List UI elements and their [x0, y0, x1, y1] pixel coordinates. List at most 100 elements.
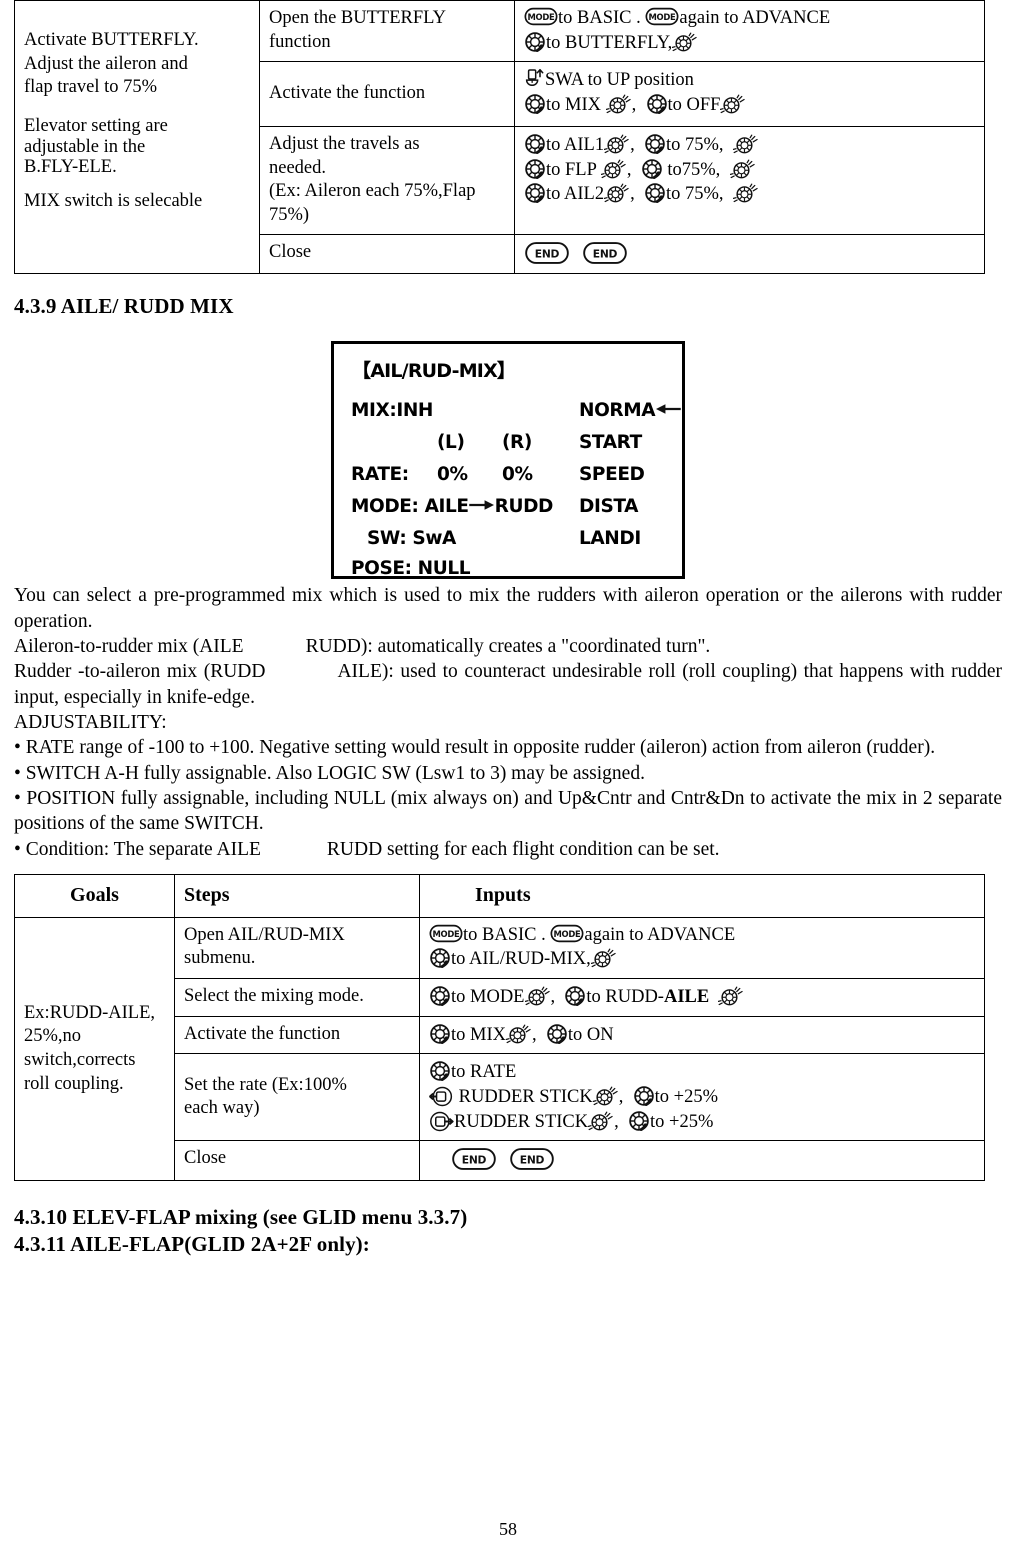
bullet-condition: • Condition: The separate AILE RUDD setti… — [14, 837, 1002, 862]
dial-press-icon[interactable] — [525, 986, 551, 1007]
dial-press-icon[interactable] — [730, 159, 756, 180]
dial-knob-icon[interactable] — [564, 985, 586, 1007]
dial-press-icon[interactable] — [506, 1024, 532, 1045]
input-text: to RUDD- — [586, 987, 664, 1008]
lcd-condition-start: START — [579, 432, 642, 454]
dial-knob-icon[interactable] — [524, 158, 546, 180]
lcd-display: 【AIL/RUD-MIX】 MIX:INH NORMA (L) (R) STAR… — [331, 341, 685, 580]
input-text: to MODE — [451, 987, 525, 1008]
input-cell: to BASIC . again to ADVANCE to BUTTERFLY… — [514, 0, 985, 63]
step-cell: Adjust the travels as needed. (Ex: Ailer… — [259, 126, 515, 235]
rudder-stick-left-icon[interactable] — [429, 1085, 454, 1108]
mode-button-icon[interactable] — [550, 924, 584, 943]
description-paragraph-3: Rudder -to-aileron mix (RUDD AILE): used … — [14, 659, 1002, 710]
input-text: to 75%, — [665, 135, 724, 156]
input-text: , — [614, 1111, 619, 1132]
dial-press-icon[interactable] — [591, 948, 617, 969]
lcd-pose-label: POSE: NULL — [351, 558, 471, 580]
description-p2-b: RUDD): automatically creates a "coordina… — [305, 636, 711, 658]
input-text: to MIX — [451, 1024, 506, 1045]
lcd-screen-figure: 【AIL/RUD-MIX】 MIX:INH NORMA (L) (R) STAR… — [14, 341, 1002, 580]
switch-up-icon[interactable] — [524, 68, 545, 90]
section-number-4310: 4.3.10 — [14, 1205, 68, 1230]
dial-press-icon[interactable] — [672, 32, 698, 53]
input-text: , — [626, 159, 632, 180]
description-paragraph-1: You can select a pre-programmed mix whic… — [14, 585, 1002, 632]
step-cell: Close — [259, 233, 515, 275]
step-label: Open AIL/RUD-MIX submenu. — [184, 924, 345, 969]
input-text: again to ADVANCE — [584, 924, 736, 945]
description-p8-a: • Condition: The separate AILE — [14, 838, 261, 860]
input-text: to MIX — [546, 95, 601, 116]
lcd-condition-normal: NORMA — [579, 400, 681, 421]
input-text: , — [618, 1087, 624, 1108]
adjustability-heading: ADJUSTABILITY: — [14, 712, 167, 734]
input-text: to +25% — [654, 1087, 718, 1108]
lcd-mix-label: MIX:INH — [351, 400, 434, 422]
input-cell: to RATE RUDDER STICK, to +25% RUDDER STI… — [419, 1053, 985, 1142]
input-cell: SWA to UP position to MIX , to OFF — [514, 61, 985, 128]
dial-press-icon[interactable] — [720, 94, 746, 115]
mode-button-icon[interactable] — [524, 7, 558, 26]
dial-knob-icon[interactable] — [429, 985, 451, 1007]
dial-press-icon[interactable] — [733, 183, 759, 204]
mix-procedure-table: Goals Steps Inputs Ex:RUDD-AILE, 25%,no … — [14, 874, 985, 1182]
step-cell: Activate the function — [259, 61, 515, 128]
dial-press-icon[interactable] — [588, 1111, 614, 1132]
dial-knob-icon[interactable] — [641, 158, 663, 180]
butterfly-goal-text-2: Elevator setting are adjustable in the B… — [24, 116, 168, 178]
input-text: to BUTTERFLY, — [546, 32, 673, 53]
end-button-icon[interactable] — [582, 241, 628, 265]
input-text: again to ADVANCE — [679, 8, 831, 28]
column-header-inputs: Inputs — [419, 874, 985, 918]
lcd-col-left-label: (L) — [437, 432, 465, 454]
dial-press-icon[interactable] — [733, 134, 759, 155]
dial-knob-icon[interactable] — [524, 93, 546, 115]
rudder-stick-right-icon[interactable] — [429, 1110, 454, 1133]
column-header-goals: Goals — [14, 874, 175, 918]
dial-knob-icon[interactable] — [646, 93, 668, 115]
butterfly-goal-cell: Activate BUTTERFLY. Adjust the aileron a… — [14, 0, 260, 275]
dial-press-icon[interactable] — [606, 94, 632, 115]
dial-knob-icon[interactable] — [429, 1060, 451, 1082]
end-button-icon[interactable] — [509, 1147, 555, 1171]
lcd-mode-label: MODE: AILE — [351, 496, 469, 518]
document-page: Activate BUTTERFLY. Adjust the aileron a… — [0, 0, 1016, 1554]
section-heading-4310: 4.3.10 ELEV-FLAP mixing (see GLID menu 3… — [14, 1205, 1002, 1230]
dial-knob-icon[interactable] — [633, 1085, 655, 1107]
step-label: Select the mixing mode. — [184, 986, 364, 1007]
step-label: Activate the function — [184, 1023, 341, 1044]
end-button-icon[interactable] — [524, 241, 570, 265]
dial-press-icon[interactable] — [601, 159, 627, 180]
lcd-title: 【AIL/RUD-MIX】 — [352, 360, 516, 383]
input-text: to AIL/RUD-MIX, — [451, 949, 591, 970]
dial-knob-icon[interactable] — [524, 31, 546, 53]
step-label: Close — [269, 241, 312, 262]
dial-knob-icon[interactable] — [628, 1110, 650, 1132]
butterfly-procedure-table: Activate BUTTERFLY. Adjust the aileron a… — [14, 0, 985, 275]
lcd-condition-speed: SPEED — [579, 464, 645, 486]
dial-knob-icon[interactable] — [429, 1023, 451, 1045]
dial-knob-icon[interactable] — [644, 182, 666, 204]
dial-knob-icon[interactable] — [429, 947, 451, 969]
input-cell: to AIL1, to 75%, to FLP , to75%, to AIL2… — [514, 126, 985, 235]
dial-knob-icon[interactable] — [546, 1023, 568, 1045]
dial-press-icon[interactable] — [593, 1086, 619, 1107]
bullet-position-assign: • POSITION fully assignable, including N… — [14, 788, 1002, 835]
mode-button-icon[interactable] — [429, 924, 463, 943]
dial-knob-icon[interactable] — [524, 133, 546, 155]
dial-press-icon[interactable] — [718, 986, 744, 1007]
step-cell: Activate the function — [174, 1015, 420, 1055]
table-header-row: Goals Steps Inputs — [14, 874, 985, 918]
page-number: 58 — [499, 1519, 517, 1539]
dial-press-icon[interactable] — [604, 183, 630, 204]
input-text: , — [631, 95, 637, 116]
end-button-icon[interactable] — [451, 1147, 497, 1171]
dial-knob-icon[interactable] — [524, 182, 546, 204]
step-label: Activate the function — [269, 83, 426, 104]
mode-button-icon[interactable] — [645, 7, 679, 26]
dial-knob-icon[interactable] — [644, 133, 666, 155]
step-label: Close — [184, 1148, 227, 1169]
input-text: RUDDER STICK — [458, 1087, 593, 1108]
dial-press-icon[interactable] — [604, 134, 630, 155]
